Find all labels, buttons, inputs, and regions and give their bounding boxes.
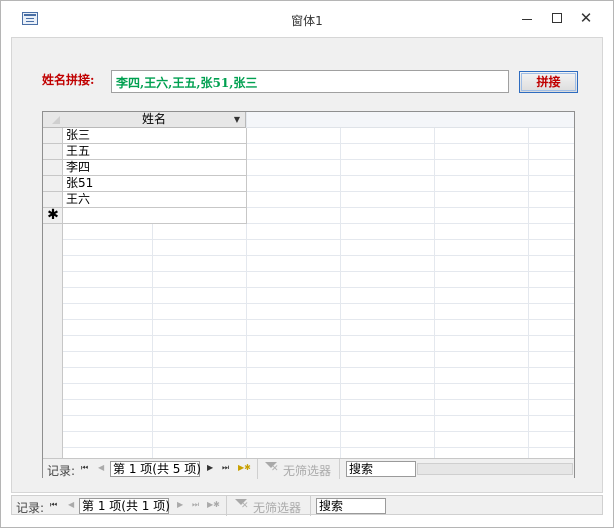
close-button[interactable]: ✕ xyxy=(572,7,600,29)
search-field[interactable]: 搜索 xyxy=(316,498,386,514)
column-header-name[interactable]: 姓名 ▼ xyxy=(63,112,246,128)
new-record-icon[interactable]: ▶✱ xyxy=(238,461,251,475)
table-row[interactable]: 王五 xyxy=(43,144,247,160)
table-row[interactable]: 李四 xyxy=(43,160,247,176)
form-body: 姓名拼接: 李四,王六,王五,张51,张三 拼接 姓名 ▼ 张三 王五 李四 张… xyxy=(11,37,603,493)
nav-separator xyxy=(226,496,227,516)
column-dropdown-icon[interactable]: ▼ xyxy=(234,112,240,127)
current-record-field[interactable]: 第 1 项(共 1 项) xyxy=(79,498,170,514)
concat-label: 姓名拼接: xyxy=(42,73,95,87)
new-record-row[interactable]: ✱ xyxy=(43,207,247,224)
new-record-selector[interactable]: ✱ xyxy=(43,207,63,224)
concat-button[interactable]: 拼接 xyxy=(519,71,578,93)
main-record-navigator: 记录: ⏮ ◀ 第 1 项(共 1 项) ▶ ⏭ ▶✱ 无筛选器 搜索 xyxy=(11,495,603,516)
maximize-button[interactable] xyxy=(543,7,571,29)
last-record-icon[interactable]: ⏭ xyxy=(222,461,229,475)
record-selector[interactable] xyxy=(43,160,63,176)
table-row[interactable]: 王六 xyxy=(43,192,247,208)
maximize-icon xyxy=(552,13,562,23)
next-record-icon[interactable]: ▶ xyxy=(177,498,183,512)
name-cell[interactable]: 李四 xyxy=(63,160,247,176)
no-filter-label[interactable]: 无筛选器 xyxy=(253,499,301,516)
title-bar: 窗体1 ✕ xyxy=(1,1,613,35)
record-selector[interactable] xyxy=(43,192,63,208)
filter-icon[interactable] xyxy=(265,462,279,474)
new-record-icon: ✱ xyxy=(47,207,59,223)
new-name-cell[interactable] xyxy=(63,208,247,224)
first-record-icon[interactable]: ⏮ xyxy=(50,498,57,512)
next-record-icon[interactable]: ▶ xyxy=(207,461,213,475)
nav-separator xyxy=(257,459,258,479)
datasheet-grid[interactable]: 姓名 ▼ 张三 王五 李四 张51 王六 ✱ xyxy=(43,112,574,458)
concat-result-textbox[interactable]: 李四,王六,王五,张51,张三 xyxy=(111,70,509,93)
first-record-icon[interactable]: ⏮ xyxy=(81,461,88,475)
record-nav-label: 记录: xyxy=(47,464,76,478)
record-nav-label: 记录: xyxy=(16,501,45,515)
table-row[interactable]: 张51 xyxy=(43,176,247,192)
previous-record-icon[interactable]: ◀ xyxy=(98,461,104,475)
horizontal-scrollbar[interactable] xyxy=(417,463,573,475)
name-cell[interactable]: 张三 xyxy=(63,128,247,144)
current-record-field[interactable]: 第 1 项(共 5 项) xyxy=(110,461,201,477)
name-cell[interactable]: 王六 xyxy=(63,192,247,208)
search-field[interactable]: 搜索 xyxy=(346,461,416,477)
record-selector[interactable] xyxy=(43,176,63,192)
previous-record-icon[interactable]: ◀ xyxy=(68,498,74,512)
name-cell[interactable]: 王五 xyxy=(63,144,247,160)
form-window: 窗体1 ✕ 姓名拼接: 李四,王六,王五,张51,张三 拼接 姓名 ▼ 张三 王… xyxy=(0,0,614,528)
header-empty-area xyxy=(247,112,574,128)
nav-separator xyxy=(310,496,311,516)
new-record-icon[interactable]: ▶✱ xyxy=(207,498,220,512)
record-selector[interactable] xyxy=(43,144,63,160)
filter-icon[interactable] xyxy=(235,499,249,511)
minimize-button[interactable] xyxy=(513,7,541,29)
names-subform: 姓名 ▼ 张三 王五 李四 张51 王六 ✱ 记录: ⏮ ◀ 第 1 项(共 5… xyxy=(42,111,575,479)
name-cell[interactable]: 张51 xyxy=(63,176,247,192)
subform-record-navigator: 记录: ⏮ ◀ 第 1 项(共 5 项) ▶ ⏭ ▶✱ 无筛选器 搜索 xyxy=(43,458,574,479)
table-row[interactable]: 张三 xyxy=(43,128,247,144)
minimize-icon xyxy=(522,19,532,20)
column-header-label: 姓名 xyxy=(141,112,166,126)
nav-separator xyxy=(339,459,340,479)
record-selector[interactable] xyxy=(43,128,63,144)
select-all-corner[interactable] xyxy=(43,112,63,128)
no-filter-label[interactable]: 无筛选器 xyxy=(283,462,331,479)
last-record-icon[interactable]: ⏭ xyxy=(192,498,199,512)
